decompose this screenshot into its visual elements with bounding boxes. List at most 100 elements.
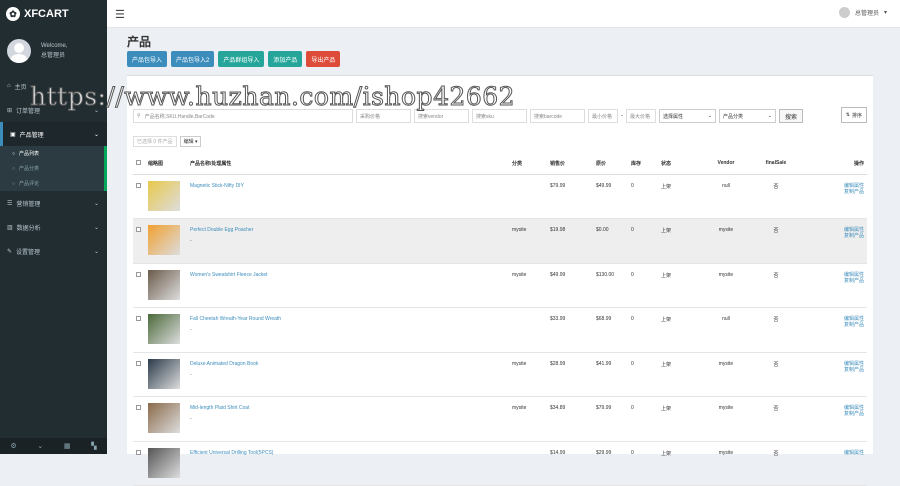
edit-dropdown[interactable]: 编辑 ▾ — [179, 136, 202, 147]
welcome-text: Welcome, — [41, 43, 68, 49]
row-checkbox[interactable] — [136, 182, 141, 188]
product-thumbnail[interactable] — [148, 358, 180, 389]
product-name-link[interactable]: Magnetic Stick-Nifty DIY — [190, 183, 244, 189]
product-name-link[interactable]: Deluxe Animated Dragon Book — [190, 361, 258, 367]
chevron-down-icon: ⌄ — [93, 107, 99, 114]
sidebar-item-products[interactable]: ▣ 产品管理 ⌄ — [0, 122, 107, 146]
brand-name: XFCART — [24, 8, 69, 20]
product-thumbnail[interactable] — [148, 269, 180, 300]
sidebar-item-orders[interactable]: ⊞ 订单管理 ⌄ — [0, 98, 107, 122]
product-table: 缩略图 产品名称/处理属性 分类 销售价 原价 库存 状态 Vendor fin… — [133, 153, 867, 486]
category-select[interactable]: 产品分类 ⌄ — [719, 109, 776, 123]
finalsale-cell: 否 — [749, 218, 803, 264]
select-all-checkbox[interactable] — [136, 159, 141, 165]
price-cell: $28.99 — [547, 352, 593, 397]
finalsale-cell: 否 — [749, 441, 803, 486]
cost-input[interactable]: 采购价格 — [356, 109, 411, 123]
edit-attr-link[interactable]: 编辑属性 — [806, 450, 864, 456]
bookmark-icon[interactable]: ▚ — [91, 442, 96, 450]
status-cell: 上架 — [658, 307, 703, 353]
import-package2-button[interactable]: 产品包导入2 — [171, 51, 215, 67]
product-name-link[interactable]: Mid-length Plaid Shirt Coat — [190, 405, 249, 411]
cost-cell: $0.00 — [593, 218, 628, 264]
stock-cell: 0 — [628, 174, 658, 219]
grid-icon[interactable]: ▦ — [64, 442, 71, 450]
product-thumbnail[interactable] — [148, 225, 180, 255]
sku-input[interactable]: 搜索sku — [472, 109, 527, 123]
finalsale-cell: 否 — [749, 307, 803, 353]
hamburger-icon[interactable]: ☰ — [115, 8, 125, 21]
product-thumbnail[interactable] — [148, 180, 180, 211]
barcode-input[interactable]: 搜索barcode — [530, 109, 585, 123]
min-price-input[interactable]: 最小价格 — [588, 109, 618, 123]
import-group-button[interactable]: 产品群组导入 — [218, 51, 265, 67]
product-thumbnail[interactable] — [148, 314, 180, 344]
copy-product-link[interactable]: 复制产品 — [806, 367, 864, 373]
vendor-cell: mysite — [703, 441, 749, 486]
cost-cell: $68.99 — [593, 307, 628, 353]
category-cell — [509, 174, 547, 219]
copy-product-link[interactable]: 复制产品 — [806, 278, 864, 284]
vendor-input[interactable]: 搜索vendor — [414, 109, 469, 123]
row-checkbox[interactable] — [136, 316, 141, 321]
chevron-icon[interactable]: ⌄ — [37, 442, 43, 450]
copy-product-link[interactable]: 复制产品 — [806, 189, 864, 195]
row-checkbox[interactable] — [136, 271, 141, 277]
row-checkbox[interactable] — [136, 360, 141, 366]
attribute-select[interactable]: 选择属性 ⌄ — [659, 109, 716, 123]
circle-icon: ○ — [12, 150, 16, 157]
search-button[interactable]: 搜索 — [779, 109, 804, 123]
cost-cell: $79.99 — [593, 396, 628, 442]
sidebar-footer: ⚙ ⌄ ▦ ▚ — [0, 438, 107, 454]
product-thumbnail[interactable] — [148, 447, 180, 478]
vendor-cell: mysite — [703, 352, 749, 397]
vendor-cell: mysite — [703, 263, 749, 308]
stock-cell: 0 — [628, 307, 658, 353]
category-cell: mysite — [509, 263, 547, 308]
product-name-link[interactable]: Efficient Universal Drilling Tool(5PCS) — [190, 450, 273, 456]
copy-product-link[interactable]: 复制产品 — [806, 233, 864, 239]
status-cell: 上架 — [658, 441, 703, 486]
paw-icon: ✿ — [6, 7, 20, 21]
col-status: 状态 — [658, 153, 703, 175]
col-stock: 库存 — [628, 153, 658, 175]
search-input[interactable]: ⚲ 产品名称,SKU,Handle,BarCode — [133, 109, 353, 123]
copy-product-link[interactable]: 复制产品 — [806, 411, 864, 417]
finalsale-cell: 否 — [749, 396, 803, 442]
wrench-icon: ✎ — [7, 248, 13, 255]
gear-icon[interactable]: ⚙ — [10, 442, 16, 450]
sidebar-item-analytics[interactable]: ▥ 数据分析 ⌄ — [0, 215, 107, 239]
cost-cell: $130.00 — [593, 263, 628, 308]
add-product-button[interactable]: 添加产品 — [268, 51, 303, 67]
sidebar-subitem-product-list[interactable]: ○ 产品列表 — [0, 146, 104, 161]
max-price-input[interactable]: 最大价格 — [626, 109, 656, 123]
chevron-down-icon: ⌄ — [93, 200, 99, 207]
selected-count: 已选择 0 件产品 — [133, 136, 177, 147]
row-checkbox[interactable] — [136, 227, 141, 232]
copy-product-link[interactable]: 复制产品 — [806, 322, 864, 328]
caret-down-icon: ▾ — [194, 138, 198, 145]
price-cell: $14.99 — [547, 441, 593, 486]
product-thumbnail[interactable] — [148, 403, 180, 433]
row-checkbox[interactable] — [136, 405, 141, 410]
top-user-menu[interactable]: 总管理员 ▾ — [838, 7, 887, 18]
sort-button[interactable]: ⇅ 排序 — [840, 107, 867, 123]
chevron-down-icon: ⌄ — [93, 131, 99, 138]
cart-icon: ⊞ — [7, 107, 13, 114]
brand[interactable]: ✿ XFCART — [0, 0, 107, 28]
product-name-link[interactable]: Women's Sweatshirt Fleece Jacket — [190, 272, 268, 278]
import-package-button[interactable]: 产品包导入 — [127, 51, 168, 67]
sidebar-subitem-categories[interactable]: ○ 产品分类 — [0, 161, 104, 176]
sidebar-item-home[interactable]: ⌂ 主页 — [0, 74, 107, 98]
price-cell: $34.89 — [547, 396, 593, 442]
sidebar-item-marketing[interactable]: ☰ 营销管理 ⌄ — [0, 191, 107, 215]
finalsale-cell: 否 — [749, 352, 803, 397]
status-cell: 上架 — [658, 218, 703, 264]
sidebar-subitem-reviews[interactable]: ○ 产品评论 — [0, 176, 104, 191]
export-product-button[interactable]: 导出产品 — [306, 51, 341, 67]
sidebar-item-settings[interactable]: ✎ 设置管理 ⌄ — [0, 239, 107, 263]
product-name-link[interactable]: Perfect Double Egg Poacher — [190, 227, 253, 233]
caret-down-icon: ⌄ — [707, 113, 712, 119]
product-name-link[interactable]: Fall Cheetah Wreath-Year Round Wreath — [190, 316, 281, 322]
product-sub: - — [190, 238, 192, 244]
